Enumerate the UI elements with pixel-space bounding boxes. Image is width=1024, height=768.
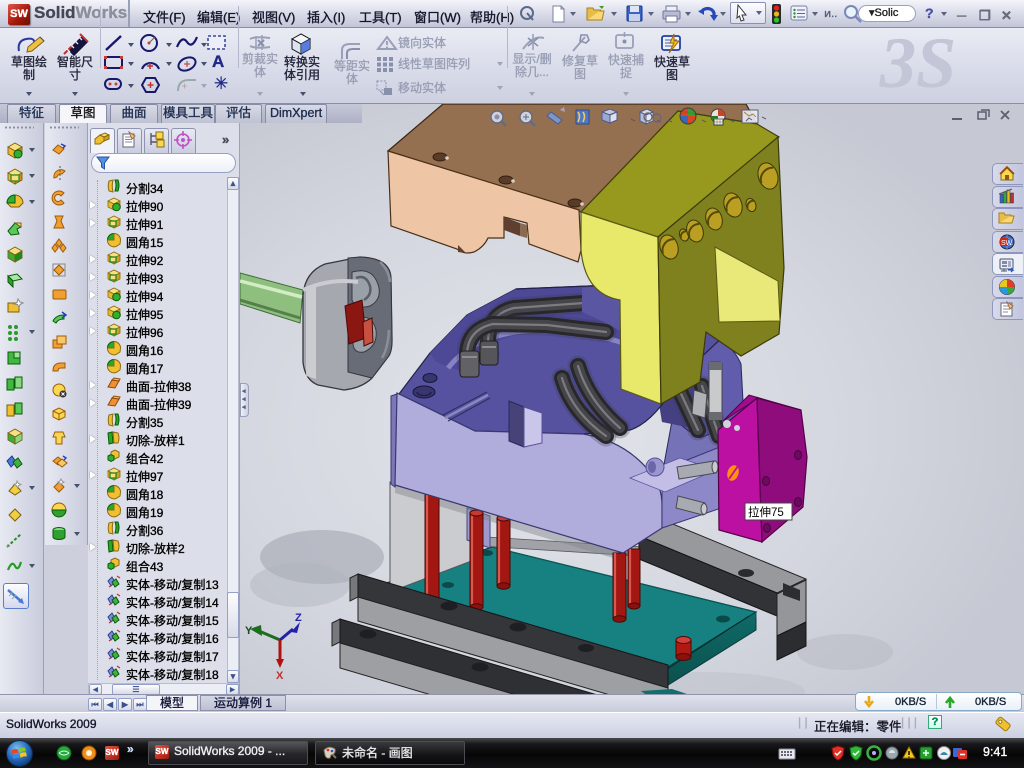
svg-text:Z: Z (295, 612, 302, 624)
svg-text:X: X (276, 670, 284, 682)
svg-text:SW: SW (1001, 240, 1013, 247)
svg-text:拉伸75: 拉伸75 (748, 505, 784, 519)
svg-text:Y: Y (245, 625, 253, 637)
